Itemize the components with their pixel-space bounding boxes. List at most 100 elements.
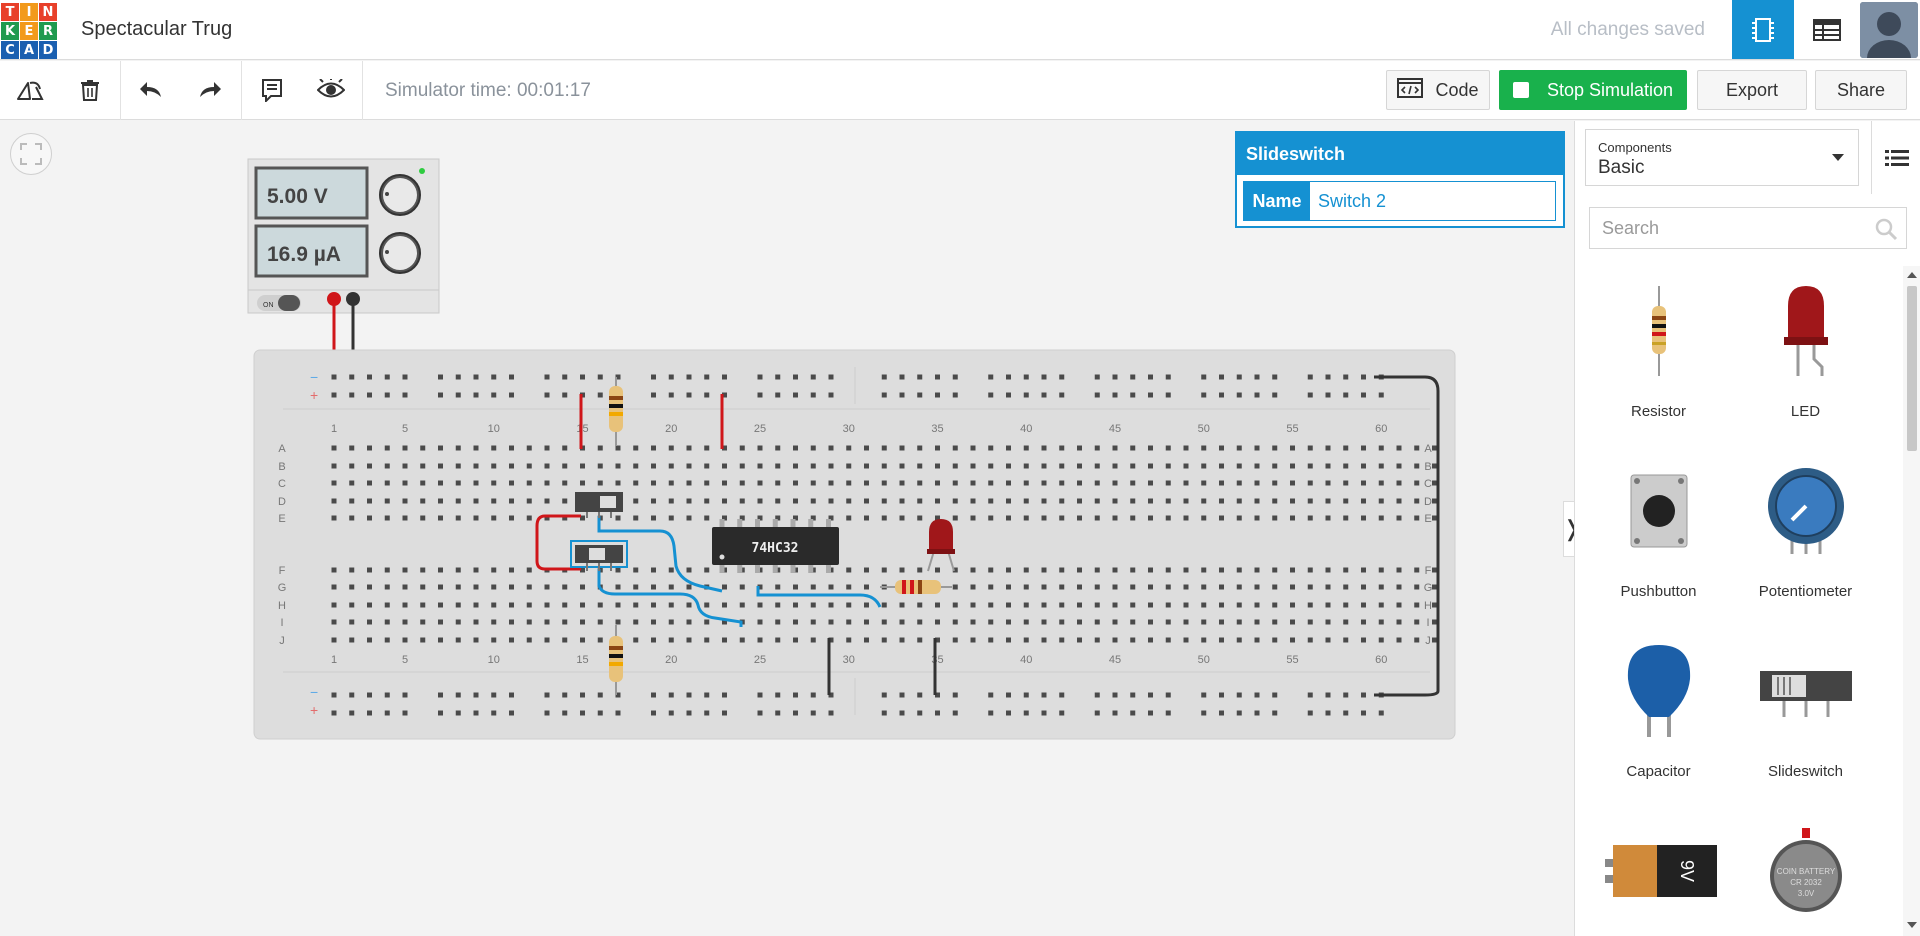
row-letter: E — [278, 513, 285, 525]
scroll-up-icon[interactable] — [1907, 272, 1917, 278]
rail-minus-bottom: − — [310, 684, 318, 700]
inspector-title: Slideswitch — [1237, 133, 1563, 175]
component-slideswitch[interactable]: Slideswitch — [1732, 626, 1879, 796]
row-letter: G — [1424, 582, 1433, 594]
notes-visibility-button[interactable] — [311, 71, 351, 109]
column-number: 45 — [1109, 654, 1121, 666]
component-resistor[interactable]: Resistor — [1585, 266, 1732, 436]
component-grid: Resistor LED Pushbutton Potentiometer Ca… — [1575, 266, 1905, 936]
column-number: 40 — [1020, 654, 1032, 666]
component-capacitor[interactable]: Capacitor — [1585, 626, 1732, 796]
circuit-diagram[interactable]: 5.00 V 16.9 µA ON 1510152025303540455055… — [0, 121, 1573, 936]
column-number: 45 — [1109, 423, 1121, 435]
column-number: 55 — [1286, 423, 1298, 435]
row-letter: I — [1426, 617, 1429, 629]
components-dropdown-value: Basic — [1598, 157, 1645, 178]
list-view-toggle-button[interactable] — [1871, 121, 1920, 194]
row-letter: F — [1425, 565, 1432, 577]
toolbar-divider — [120, 61, 121, 120]
slideswitch-icon — [1759, 671, 1852, 717]
component-potentiometer[interactable]: Potentiometer — [1732, 446, 1879, 616]
user-avatar[interactable] — [1860, 2, 1918, 58]
workplane-canvas[interactable]: 5.00 V 16.9 µA ON 1510152025303540455055… — [0, 121, 1581, 936]
stop-icon — [1512, 82, 1529, 98]
tinkercad-logo[interactable]: TIN KER CAD — [0, 2, 58, 59]
scroll-down-icon[interactable] — [1907, 922, 1917, 928]
eye-icon — [317, 79, 345, 98]
column-number: 1 — [331, 654, 337, 666]
logo-letter: A — [20, 41, 38, 59]
capacitor-icon — [1627, 645, 1690, 737]
row-letter: J — [1425, 635, 1431, 647]
coin-battery-text-2: CR 2032 — [1790, 878, 1822, 887]
components-dropdown[interactable]: Components Basic — [1585, 129, 1859, 186]
component-coin-battery[interactable]: COIN BATTERY CR 2032 3.0V — [1732, 806, 1879, 936]
logo-letter: T — [1, 3, 19, 21]
logo-letter: D — [39, 41, 57, 59]
column-number: 40 — [1020, 423, 1032, 435]
row-letter: G — [278, 582, 287, 594]
name-input[interactable] — [1310, 182, 1555, 220]
power-supply[interactable]: 5.00 V 16.9 µA ON — [247, 158, 440, 314]
column-number: 25 — [754, 423, 766, 435]
component-led[interactable]: LED — [1732, 266, 1879, 436]
code-button[interactable]: Code — [1386, 70, 1490, 110]
redo-button[interactable] — [190, 71, 230, 109]
row-letter: F — [279, 565, 286, 577]
row-letter: A — [1424, 443, 1432, 455]
component-label: Pushbutton — [1620, 583, 1697, 600]
logo-letter: K — [1, 22, 19, 40]
search-box — [1589, 207, 1907, 249]
potentiometer-icon — [1767, 468, 1844, 554]
simulator-time: Simulator time: 00:01:17 — [385, 80, 591, 101]
row-letter: C — [278, 478, 286, 490]
row-letter: D — [1424, 496, 1432, 508]
component-pushbutton[interactable]: Pushbutton — [1585, 446, 1732, 616]
column-number: 35 — [931, 423, 943, 435]
row-letter: J — [279, 635, 285, 647]
pushbutton-icon — [1630, 474, 1687, 548]
undo-button[interactable] — [131, 71, 171, 109]
stop-simulation-button[interactable]: Stop Simulation — [1499, 70, 1687, 110]
row-letter: H — [1424, 600, 1432, 612]
row-letter: I — [280, 617, 283, 629]
breadboard[interactable]: 151015202530354045505560 151015202530354… — [253, 349, 1456, 740]
design-title[interactable]: Spectacular Trug — [81, 18, 232, 41]
row-letter: B — [278, 461, 285, 473]
column-number: 55 — [1286, 654, 1298, 666]
export-button[interactable]: Export — [1697, 70, 1807, 110]
rail-plus-top: + — [310, 387, 318, 403]
code-button-label: Code — [1435, 79, 1479, 100]
component-list-view-button[interactable] — [1796, 0, 1858, 59]
row-letter: A — [278, 443, 286, 455]
trash-icon — [81, 80, 99, 101]
component-label: Slideswitch — [1767, 763, 1844, 780]
properties-inspector: Slideswitch Name — [1235, 131, 1565, 228]
voltage-readout: 5.00 V — [267, 185, 328, 208]
code-icon — [1397, 77, 1424, 103]
coin-battery-text-1: COIN BATTERY — [1776, 867, 1835, 876]
rotate-button[interactable] — [10, 71, 50, 109]
ic-label: 74HC32 — [752, 541, 799, 556]
undo-icon — [140, 82, 161, 97]
inspector-name-row: Name — [1243, 181, 1556, 221]
slideswitch-2-selected[interactable] — [570, 540, 628, 571]
column-number: 10 — [488, 423, 500, 435]
scroll-thumb[interactable] — [1907, 286, 1917, 451]
row-letter: E — [1424, 513, 1431, 525]
share-button[interactable]: Share — [1815, 70, 1907, 110]
component-label: Capacitor — [1626, 763, 1691, 780]
notes-button[interactable] — [252, 71, 292, 109]
circuit-view-button[interactable] — [1732, 0, 1794, 59]
current-readout: 16.9 µA — [267, 243, 341, 266]
ic-74hc32[interactable]: 74HC32 — [712, 519, 839, 573]
table-icon — [1813, 18, 1841, 41]
search-icon[interactable] — [1874, 217, 1898, 241]
delete-button[interactable] — [70, 71, 110, 109]
column-number: 5 — [402, 423, 408, 435]
column-number: 50 — [1198, 654, 1210, 666]
stop-simulation-label: Stop Simulation — [1546, 79, 1674, 100]
search-input[interactable] — [1590, 208, 1906, 248]
component-battery-9v[interactable]: 9V — [1585, 806, 1732, 936]
panel-scrollbar[interactable] — [1903, 266, 1920, 936]
